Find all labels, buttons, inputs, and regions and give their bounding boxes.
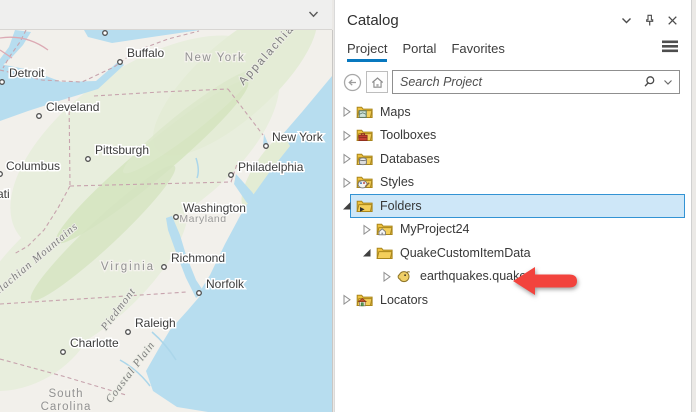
hamburger-menu-icon <box>661 39 679 54</box>
svg-text:Pittsburgh: Pittsburgh <box>95 143 149 157</box>
expand-collapsed-icon[interactable] <box>340 293 353 306</box>
ribbon-collapsed-strip <box>0 0 332 30</box>
folder-folders-icon <box>356 198 373 214</box>
tree-item-label: Folders <box>380 199 422 213</box>
catalog-pane: Catalog Project Portal Favorite <box>334 0 692 412</box>
pane-pin-button[interactable] <box>642 13 656 27</box>
map-view[interactable]: Appalachian Appalachian Mountains Piedmo… <box>0 30 333 412</box>
tree-item-folders[interactable]: Folders <box>335 194 691 218</box>
search-dropdown-chevron-icon[interactable] <box>663 78 673 87</box>
svg-text:Charlotte: Charlotte <box>70 336 119 350</box>
folder-styles-icon <box>356 174 373 190</box>
svg-text:Philadelphia: Philadelphia <box>238 160 304 174</box>
catalog-pane-header: Catalog <box>335 0 691 32</box>
expand-collapsed-icon[interactable] <box>340 152 353 165</box>
svg-text:Raleigh: Raleigh <box>135 316 176 330</box>
catalog-search-row <box>343 70 680 94</box>
folder-toolboxes-icon <box>356 127 373 143</box>
pane-close-button[interactable] <box>665 13 679 27</box>
pane-menu-button[interactable] <box>661 39 679 59</box>
tree-item-label: Databases <box>380 152 440 166</box>
tree-item-toolboxes[interactable]: Toolboxes <box>335 124 691 148</box>
expand-collapsed-icon[interactable] <box>340 129 353 142</box>
state-label: Virginia <box>101 261 155 273</box>
folder-databases-icon <box>356 151 373 167</box>
svg-text:New York: New York <box>272 130 324 144</box>
chevron-down-icon[interactable] <box>307 8 320 21</box>
tree-item-styles[interactable]: Styles <box>335 171 691 195</box>
tree-item-label: Maps <box>380 105 411 119</box>
folder-locators-icon <box>356 292 373 308</box>
svg-text:Washington: Washington <box>183 201 246 215</box>
tree-item-label: MyProject24 <box>400 222 469 236</box>
svg-text:Detroit: Detroit <box>9 66 45 80</box>
expand-collapsed-icon[interactable] <box>340 105 353 118</box>
chevron-down-icon <box>620 14 633 27</box>
svg-text:Cleveland: Cleveland <box>46 100 99 114</box>
red-arrow-annotation <box>511 265 579 297</box>
svg-text:Richmond: Richmond <box>171 251 225 265</box>
pane-title: Catalog <box>347 12 619 29</box>
folder-maps-icon <box>356 104 373 120</box>
tree-item-databases[interactable]: Databases <box>335 147 691 171</box>
home-icon <box>370 75 385 90</box>
tab-favorites[interactable]: Favorites <box>451 41 504 62</box>
svg-text:Columbus: Columbus <box>6 159 60 173</box>
tree-item-myproject24[interactable]: MyProject24 <box>335 218 691 242</box>
quake-custom-item-icon <box>396 268 413 284</box>
close-icon <box>666 14 679 27</box>
basemap: Appalachian Appalachian Mountains Piedmo… <box>0 30 332 412</box>
search-icon[interactable] <box>642 75 656 89</box>
svg-text:Norfolk: Norfolk <box>206 277 245 291</box>
folder-project-home-icon <box>376 221 393 237</box>
tab-portal[interactable]: Portal <box>402 41 436 62</box>
pin-icon <box>643 14 656 27</box>
svg-text:Buffalo: Buffalo <box>127 46 164 60</box>
state-label: Carolina <box>41 401 92 412</box>
expand-collapsed-icon[interactable] <box>380 270 393 283</box>
expand-expanded-icon[interactable] <box>340 199 353 212</box>
arrow-left-circle-icon <box>343 73 362 92</box>
state-label: South <box>48 388 83 400</box>
svg-text:ati: ati <box>0 187 10 201</box>
pane-collapse-button[interactable] <box>619 13 633 27</box>
tree-item-quakecustomitemdata[interactable]: QuakeCustomItemData <box>335 241 691 265</box>
folder-plain-icon <box>376 245 393 261</box>
tree-item-maps[interactable]: Maps <box>335 100 691 124</box>
tree-item-label: Toolboxes <box>380 128 436 142</box>
state-label: New York <box>185 52 246 64</box>
back-button[interactable] <box>343 73 362 92</box>
expand-collapsed-icon[interactable] <box>360 223 373 236</box>
search-input[interactable] <box>392 70 680 94</box>
expand-expanded-icon[interactable] <box>360 246 373 259</box>
catalog-tabs: Project Portal Favorites <box>335 32 691 62</box>
tree-item-label: Styles <box>380 175 414 189</box>
tree-item-label: QuakeCustomItemData <box>400 246 531 260</box>
tree-item-label: Locators <box>380 293 428 307</box>
tab-project[interactable]: Project <box>347 41 387 62</box>
expand-collapsed-icon[interactable] <box>340 176 353 189</box>
home-button[interactable] <box>366 71 388 93</box>
search-box <box>392 70 680 94</box>
